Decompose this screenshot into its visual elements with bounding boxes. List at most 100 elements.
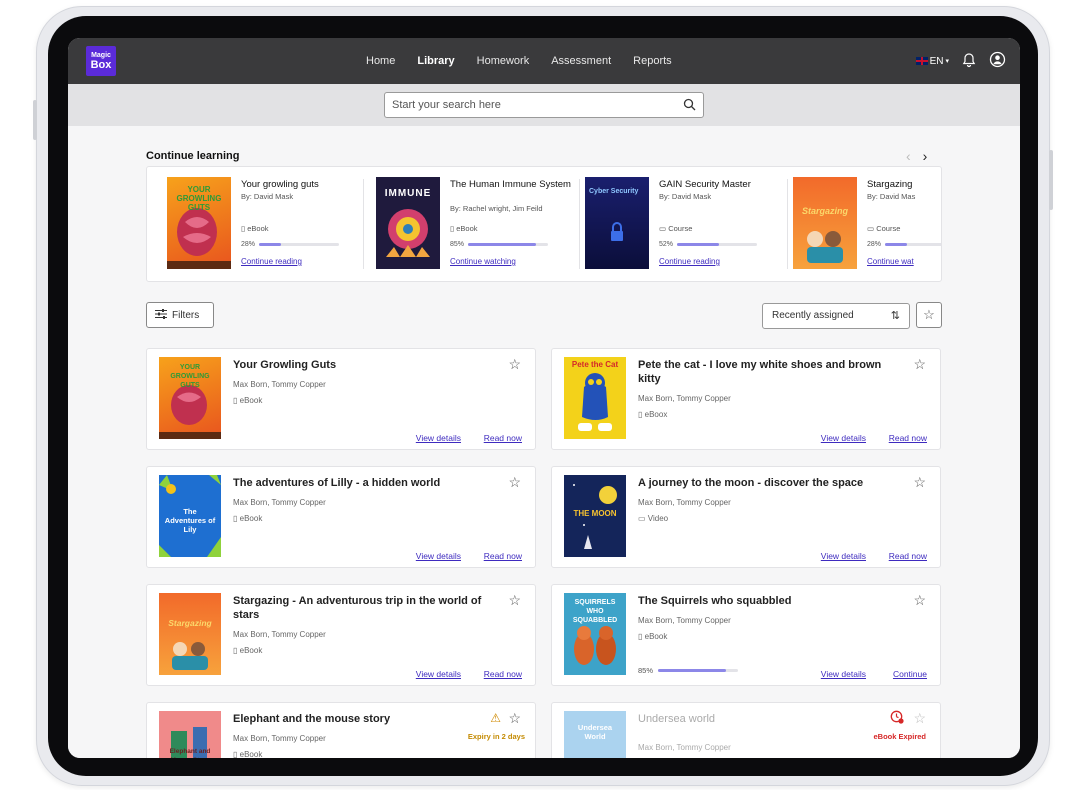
view-details-link[interactable]: View details	[821, 551, 866, 561]
type-label: eBook	[247, 224, 269, 233]
continue-link[interactable]: Continue	[893, 669, 927, 679]
progress-bar	[885, 243, 941, 246]
read-now-link[interactable]: Read now	[484, 551, 522, 561]
progress-bar	[677, 243, 758, 246]
language-selector[interactable]: EN ▾	[915, 56, 949, 67]
continue-watching-link[interactable]: Continue wat	[867, 257, 914, 266]
view-details-link[interactable]: View details	[416, 433, 461, 443]
search-input[interactable]	[385, 93, 665, 117]
nav-home[interactable]: Home	[366, 55, 395, 67]
card-authors: Max Born, Tommy Copper	[638, 394, 731, 403]
library-card[interactable]: SQUIRRELS WHO SQUABBLED The Squirrels wh…	[551, 584, 941, 686]
star-icon[interactable]: ☆	[508, 710, 521, 727]
cover-title: SQUIRRELS WHO SQUABBLED	[572, 599, 618, 624]
book-cover: YOUR GROWLING GUTS	[167, 177, 231, 269]
cover-title: Stargazing	[801, 206, 848, 216]
cover-title: Stargazing	[168, 618, 212, 628]
search-icon[interactable]	[683, 98, 696, 116]
cover-title: Pete the Cat	[571, 360, 619, 369]
continue-card[interactable]: Stargazing Stargazing By: David Mas ▭ Co…	[793, 177, 941, 271]
nav-homework[interactable]: Homework	[477, 55, 530, 67]
nav-reports[interactable]: Reports	[633, 55, 672, 67]
library-card[interactable]: The Adventures of Lily The adventures of…	[146, 466, 536, 568]
bell-icon[interactable]	[961, 52, 977, 71]
card-authors: Max Born, Tommy Copper	[638, 498, 731, 507]
read-now-link[interactable]: Read now	[889, 433, 927, 443]
library-card[interactable]: THE MOON A journey to the moon - discove…	[551, 466, 941, 568]
card-authors: Max Born, Tommy Copper	[233, 380, 326, 389]
library-card[interactable]: Elephant and Mouse Story Elephant and th…	[146, 702, 536, 758]
library-card[interactable]: Pete the Cat Pete the cat - I love my wh…	[551, 348, 941, 450]
nav-right: EN ▾	[915, 38, 1006, 84]
star-icon[interactable]: ☆	[508, 356, 521, 373]
search-box	[384, 92, 704, 118]
card-title: The adventures of Lilly - a hidden world	[233, 477, 441, 489]
library-card[interactable]: Undersea World Undersea world Max Born, …	[551, 702, 941, 758]
cover-title: The Adventures of Lily	[164, 507, 216, 534]
cover-title: Elephant and Mouse Story	[169, 748, 211, 758]
card-title: Your Growling Guts	[233, 359, 337, 371]
cover-title: YOUR GROWLING GUTS	[176, 185, 222, 212]
read-now-link[interactable]: Read now	[484, 433, 522, 443]
expired-badge: eBook Expired	[873, 732, 926, 741]
continue-watching-link[interactable]: Continue watching	[450, 257, 516, 266]
filters-button[interactable]: Filters	[146, 302, 214, 328]
chevron-left-icon[interactable]: ‹	[906, 148, 911, 164]
card-title: Elephant and the mouse story	[233, 713, 391, 725]
view-details-link[interactable]: View details	[821, 433, 866, 443]
favorites-filter-button[interactable]: ☆	[916, 302, 942, 328]
card-authors: Max Born, Tommy Copper	[638, 616, 731, 625]
nav-library[interactable]: Library	[417, 55, 454, 67]
card-authors: Max Born, Tommy Copper	[233, 498, 326, 507]
continue-reading-link[interactable]: Continue reading	[659, 257, 720, 266]
progress: 85%	[638, 666, 739, 675]
book-cover: Undersea World	[564, 711, 626, 758]
type-label: eBook	[239, 750, 263, 758]
account-icon[interactable]	[989, 51, 1006, 71]
star-icon[interactable]: ☆	[913, 356, 926, 373]
continue-card[interactable]: Cyber Security GAIN Security Master By: …	[585, 177, 785, 271]
nav-assessment[interactable]: Assessment	[551, 55, 611, 67]
continue-card[interactable]: YOUR GROWLING GUTS Your growling guts By…	[167, 177, 367, 271]
progress-label: 85%	[450, 241, 465, 248]
type-label: eBoox	[644, 410, 668, 419]
star-icon[interactable]: ☆	[508, 474, 521, 491]
progress-fill	[885, 243, 908, 246]
library-card[interactable]: YOUR GROWLING GUTS Your Growling Guts Ma…	[146, 348, 536, 450]
star-icon: ☆	[923, 307, 935, 322]
continue-card-title: Your growling guts	[241, 179, 319, 190]
read-now-link[interactable]: Read now	[889, 551, 927, 561]
library-card[interactable]: Stargazing Stargazing - An adventurous t…	[146, 584, 536, 686]
star-icon[interactable]: ☆	[508, 592, 521, 609]
continue-learning-title: Continue learning	[146, 150, 240, 162]
magicbox-logo[interactable]: Magic Box	[86, 46, 116, 76]
card-authors: Max Born, Tommy Copper	[638, 743, 731, 752]
chevron-right-icon[interactable]: ›	[923, 148, 928, 164]
star-icon[interactable]: ☆	[913, 592, 926, 609]
continue-card[interactable]: IMMUNE The Human Immune System By: Rache…	[376, 177, 576, 271]
sort-icon: ⇅	[890, 310, 900, 322]
card-type: ▯ eBook	[233, 750, 262, 758]
continue-card-author: By: Rachel wright, Jim Feild	[450, 204, 543, 213]
warning-icon: ⚠	[490, 711, 501, 725]
tablet-side-button	[33, 100, 37, 140]
book-cover: Pete the Cat	[564, 357, 626, 439]
book-icon: ▯	[233, 646, 238, 655]
progress-fill	[468, 243, 537, 246]
progress-label: 28%	[867, 241, 882, 248]
uk-flag-icon	[915, 57, 928, 65]
continue-card-type: ▭ Course	[867, 224, 900, 233]
book-icon: ▯	[638, 632, 643, 641]
read-now-link[interactable]: Read now	[484, 669, 522, 679]
star-icon[interactable]: ☆	[913, 710, 926, 727]
sort-label: Recently assigned	[772, 310, 854, 321]
view-details-link[interactable]: View details	[416, 669, 461, 679]
view-details-link[interactable]: View details	[416, 551, 461, 561]
sort-dropdown[interactable]: Recently assigned ⇅	[762, 303, 910, 329]
card-title: Pete the cat - I love my white shoes and…	[638, 359, 882, 385]
type-label: eBook	[644, 632, 668, 641]
star-icon[interactable]: ☆	[913, 474, 926, 491]
view-details-link[interactable]: View details	[821, 669, 866, 679]
continue-reading-link[interactable]: Continue reading	[241, 257, 302, 266]
card-title: A journey to the moon - discover the spa…	[638, 477, 864, 489]
